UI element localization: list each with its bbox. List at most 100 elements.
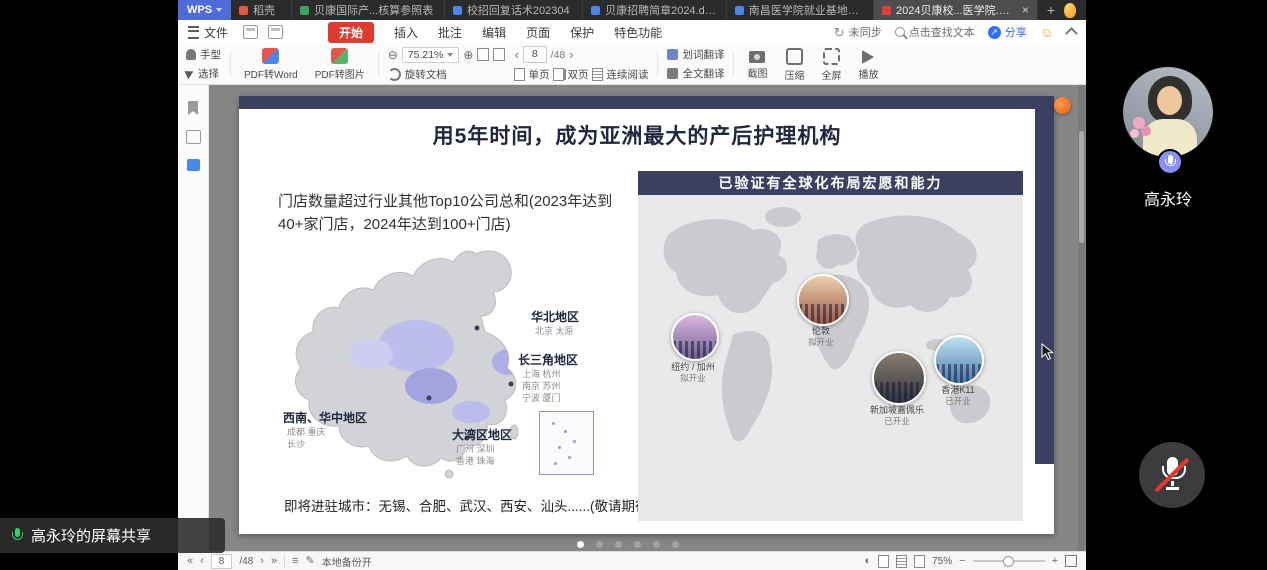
zoom-level-dropdown[interactable]: 75.21% <box>402 47 460 63</box>
menu-right-tools: ↻ 未同步 点击查找文本 ↗ 分享 ☺ <box>834 24 1086 40</box>
tab-recruit-doc[interactable]: 贝康招聘简章2024.docx <box>583 0 727 20</box>
location-hong-kong: 香港K11 已开业 <box>918 385 998 407</box>
camera-icon <box>749 51 765 63</box>
full-translate-button[interactable]: 全文翻译 <box>667 66 724 81</box>
single-page-toggle[interactable]: 单页 <box>514 67 549 82</box>
wps-assistant-icon[interactable] <box>1054 97 1071 114</box>
zoom-in-icon[interactable]: ⊕ <box>463 49 473 61</box>
comment-panel-icon[interactable] <box>187 159 200 171</box>
pager-dot[interactable] <box>596 541 603 548</box>
tab-agreement-doc[interactable]: 南昌医学院就业基地协议 <box>727 0 874 20</box>
avatar-flower <box>1130 129 1139 138</box>
menu-tab-comment[interactable]: 批注 <box>438 24 462 41</box>
share-button[interactable]: ↗ 分享 <box>988 24 1027 40</box>
docer-icon <box>239 6 248 15</box>
bookmark-icon[interactable] <box>188 101 198 115</box>
region-southwest-central: 西南、华中地区 成都 重庆 长沙 <box>283 409 367 450</box>
tab-label: 贝康招聘简章2024.docx <box>605 2 718 18</box>
local-backup-status[interactable]: 本地备份开 <box>322 554 372 569</box>
vertical-scrollbar[interactable] <box>1078 85 1085 551</box>
pager-dot[interactable] <box>672 541 679 548</box>
menu-tab-edit[interactable]: 编辑 <box>482 24 506 41</box>
menu-tab-features[interactable]: 特色功能 <box>614 24 662 41</box>
menu-tab-page[interactable]: 页面 <box>526 24 550 41</box>
prev-page-icon[interactable]: ‹ <box>514 48 518 61</box>
pdf-document-area[interactable]: 用5年时间，成为亚洲最大的产后护理机构 门店数量超过行业其他Top10公司总和(… <box>209 85 1086 551</box>
next-page-icon[interactable]: › <box>569 48 573 61</box>
menu-tab-start[interactable]: 开始 <box>328 22 374 43</box>
contents-icon[interactable]: ≡ <box>292 556 298 567</box>
next-page-icon[interactable]: › <box>260 556 264 567</box>
file-menu-button[interactable]: 文件 <box>178 20 238 44</box>
continuous-icon <box>592 68 603 81</box>
zoom-out-icon[interactable]: − <box>959 556 965 567</box>
select-tool-button[interactable]: 选择 <box>186 66 221 81</box>
hand-tool-button[interactable]: 手型 <box>186 47 221 62</box>
tab-docer[interactable]: 稻壳 <box>231 0 292 20</box>
zoom-out-icon[interactable]: ⊖ <box>388 49 398 61</box>
fullscreen-icon <box>823 48 840 65</box>
pdf-to-word-button[interactable]: PDF转Word <box>240 48 302 81</box>
word-translate-button[interactable]: 划词翻译 <box>667 47 724 62</box>
zoom-slider-thumb[interactable] <box>1003 556 1014 567</box>
pager-dot[interactable] <box>634 541 641 548</box>
new-tab-button[interactable]: + <box>1038 0 1064 20</box>
continuous-read-toggle[interactable]: 连续阅读 <box>592 67 648 82</box>
zoom-percent[interactable]: 75% <box>932 556 952 567</box>
continuous-view-icon[interactable] <box>896 555 907 568</box>
tab-active-pdf[interactable]: 2024贝康校...医学院.pdf × <box>874 0 1038 20</box>
scrollbar-thumb[interactable] <box>1079 131 1084 243</box>
location-status: 拟开业 <box>651 373 735 384</box>
find-text-button[interactable]: 点击查找文本 <box>895 24 975 40</box>
prev-page-icon[interactable]: ‹ <box>200 556 204 567</box>
fit-page-icon[interactable] <box>493 48 505 61</box>
fit-width-icon[interactable] <box>477 48 489 61</box>
export-icon[interactable] <box>186 130 201 144</box>
photo-new-york <box>671 313 719 361</box>
word-translate-label: 划词翻译 <box>682 47 724 62</box>
hand-label: 手型 <box>200 47 221 62</box>
zoom-in-icon[interactable]: + <box>1052 556 1058 567</box>
save-icon[interactable] <box>243 25 258 39</box>
pdf-to-image-button[interactable]: PDF转图片 <box>311 48 369 81</box>
play-button[interactable]: 播放 <box>854 48 882 81</box>
zoom-slider[interactable] <box>973 560 1045 562</box>
tab-reply-doc[interactable]: 校招回复话术202304 <box>445 0 583 20</box>
edit-pen-icon[interactable]: ✎ <box>305 556 314 567</box>
print-icon[interactable] <box>268 25 283 39</box>
screen-share-indicator[interactable]: 高永玲的屏幕共享 <box>0 518 225 553</box>
close-icon[interactable]: × <box>1022 4 1029 16</box>
participant-video-avatar[interactable] <box>1123 67 1213 157</box>
tab-label: 校招回复话术202304 <box>467 2 570 18</box>
pdf-to-image-label: PDF转图片 <box>315 66 365 81</box>
page-number-input[interactable]: 8 <box>523 46 547 63</box>
fullscreen-button[interactable]: 全屏 <box>817 46 845 82</box>
hand-icon <box>186 49 196 60</box>
chevron-down-icon <box>447 53 453 57</box>
menu-tab-insert[interactable]: 插入 <box>394 24 418 41</box>
eye-protect-icon[interactable]: ◐ <box>864 556 871 567</box>
pager-dot[interactable] <box>653 541 660 548</box>
egg-promo-icon[interactable] <box>1064 3 1076 18</box>
first-page-icon[interactable]: « <box>187 556 193 567</box>
double-page-toggle[interactable]: 双页 <box>553 67 588 82</box>
tab-sheet-doc[interactable]: 贝康国际产...核算参照表 <box>292 0 445 20</box>
compress-button[interactable]: 压缩 <box>780 46 808 82</box>
avatar-flower <box>1141 126 1151 136</box>
menu-tab-protect[interactable]: 保护 <box>570 24 594 41</box>
last-page-icon[interactable]: » <box>271 556 277 567</box>
sync-status[interactable]: ↻ 未同步 <box>834 24 882 40</box>
mute-button[interactable] <box>1139 442 1205 508</box>
fullscreen-toggle-icon[interactable] <box>1065 555 1077 567</box>
single-view-icon[interactable] <box>878 555 889 568</box>
pager-dot[interactable] <box>615 541 622 548</box>
document-icon <box>453 6 462 15</box>
collapse-ribbon-icon[interactable] <box>1065 27 1078 40</box>
rotate-document-button[interactable]: 旋转文档 <box>388 67 506 82</box>
wps-app-button[interactable]: WPS <box>178 0 231 20</box>
book-view-icon[interactable] <box>914 555 925 568</box>
pager-dot-active[interactable] <box>577 541 584 548</box>
screenshot-button[interactable]: 截图 <box>743 48 771 80</box>
feedback-smiley-icon[interactable]: ☺ <box>1040 25 1054 39</box>
page-input[interactable]: 8 <box>211 554 233 569</box>
